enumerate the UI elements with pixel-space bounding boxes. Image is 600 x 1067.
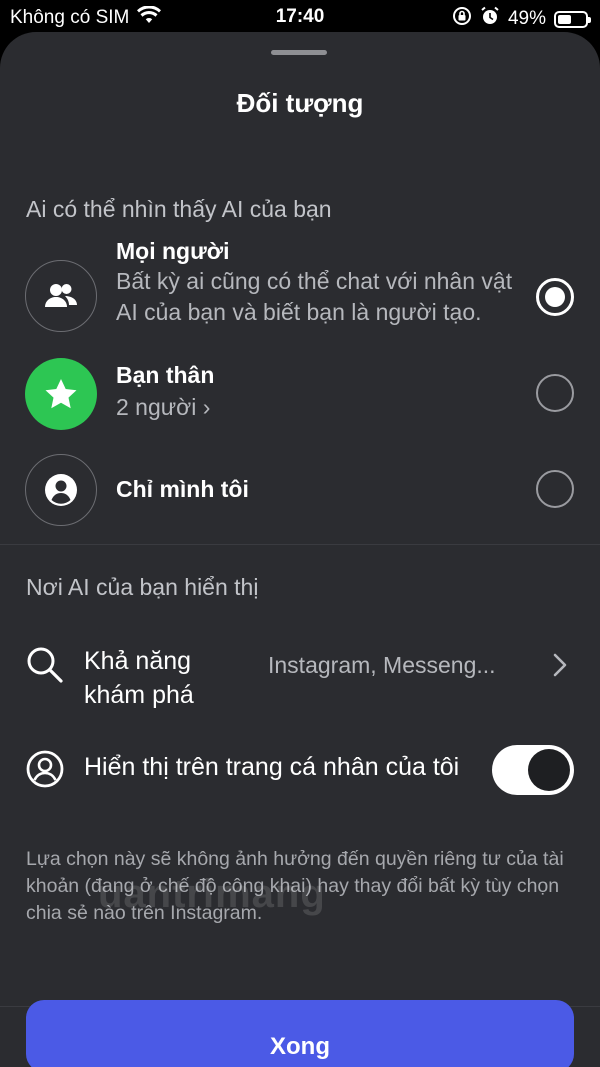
- discovery-label: Khả năng khám phá: [84, 647, 194, 709]
- option-only-me[interactable]: Chỉ mình tôi: [0, 452, 600, 528]
- chevron-right-icon: [552, 652, 568, 683]
- show-on-profile-label: Hiển thị trên trang cá nhân của tôi: [84, 753, 460, 781]
- audience-section-title: Ai có thể nhìn thấy AI của bạn: [26, 196, 332, 222]
- status-bar: Không có SIM 17:40 49%: [0, 0, 600, 34]
- option-description: Bất kỳ ai cũng có thể chat với nhân vật …: [116, 268, 513, 325]
- option-title: Chỉ mình tôi: [116, 476, 249, 502]
- battery-percent: 49%: [507, 8, 546, 29]
- battery-level: [558, 14, 571, 24]
- option-close-friends[interactable]: Bạn thân 2 người ›: [0, 358, 600, 434]
- option-everyone[interactable]: Mọi người Bất kỳ ai cũng có thể chat với…: [0, 238, 600, 362]
- rotation-lock-icon: [452, 6, 472, 32]
- person-icon: [25, 454, 97, 526]
- radio-only-me[interactable]: [536, 470, 574, 508]
- discovery-value: Instagram, Messeng...: [268, 652, 496, 678]
- close-friends-count-link[interactable]: 2 người ›: [116, 392, 526, 423]
- battery-icon: [554, 10, 591, 28]
- sheet-grabber[interactable]: [271, 50, 327, 55]
- option-title: Mọi người: [116, 238, 230, 264]
- star-icon: [25, 358, 97, 430]
- discovery-row[interactable]: Khả năng khám phá Instagram, Messeng...: [0, 644, 600, 720]
- show-on-profile-row[interactable]: Hiển thị trên trang cá nhân của tôi: [0, 745, 600, 830]
- profile-icon: [26, 750, 64, 788]
- done-button[interactable]: Xong: [26, 1000, 574, 1067]
- visibility-section-title: Nơi AI của bạn hiển thị: [26, 574, 259, 600]
- sheet-title: Đối tượng: [236, 88, 364, 118]
- show-on-profile-toggle[interactable]: [492, 745, 574, 795]
- option-title: Bạn thân: [116, 362, 215, 388]
- toggle-knob: [528, 749, 570, 791]
- section-divider: [0, 544, 600, 545]
- people-icon: [25, 260, 97, 332]
- watermark: uantrimang: [98, 872, 326, 916]
- radio-close-friends[interactable]: [536, 374, 574, 412]
- search-icon: [26, 646, 64, 684]
- status-right: 49%: [452, 6, 591, 32]
- alarm-icon: [480, 6, 500, 32]
- radio-everyone[interactable]: [536, 278, 574, 316]
